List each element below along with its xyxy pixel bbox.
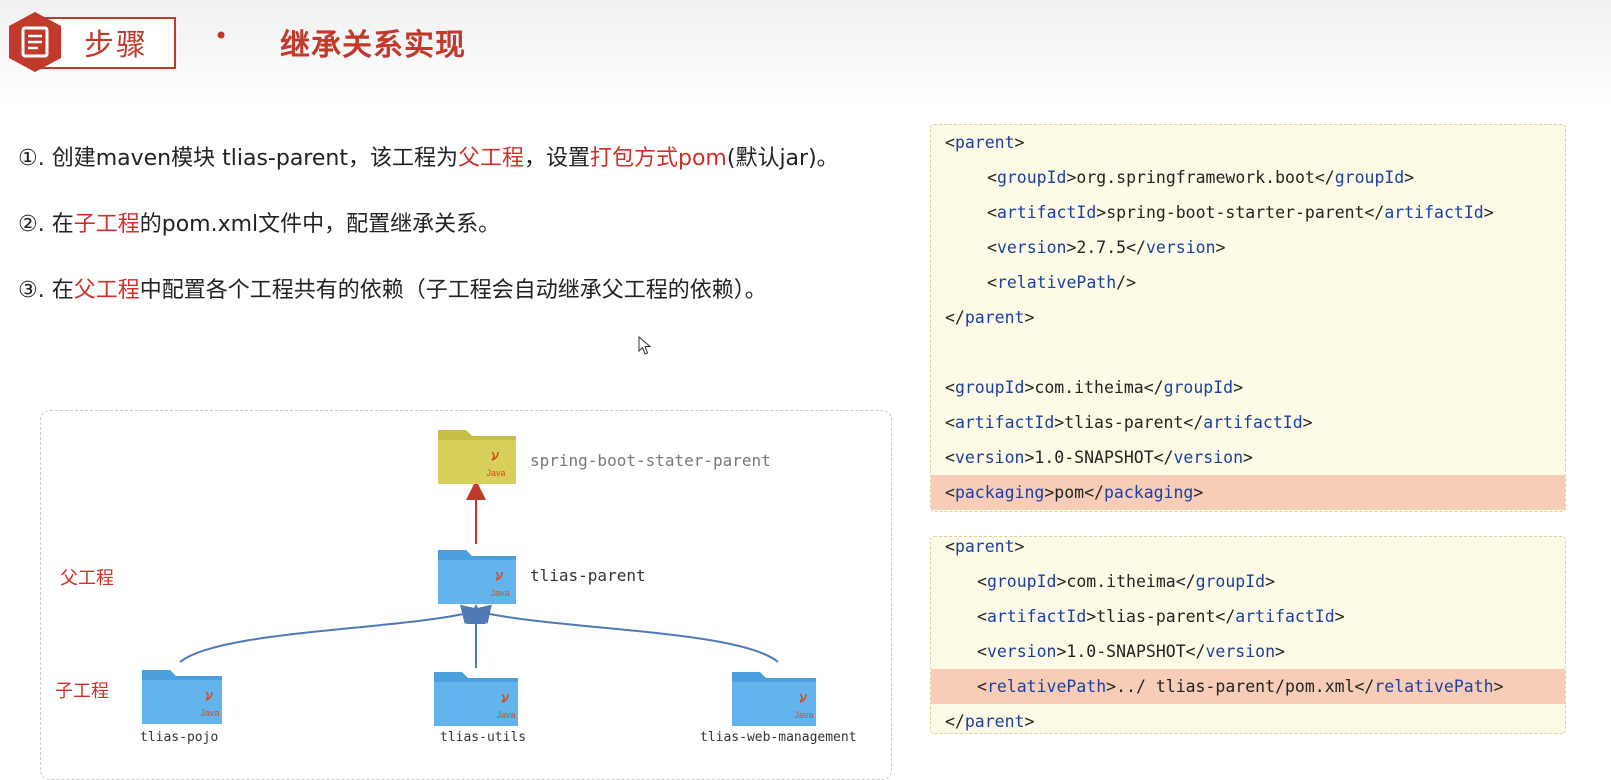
java-text: Java xyxy=(200,708,219,718)
code-line: <artifactId>tlias-parent</artifactId> xyxy=(945,413,1313,432)
code-line: <artifactId>spring-boot-starter-parent</… xyxy=(987,203,1494,222)
code-line: <artifactId>tlias-parent</artifactId> xyxy=(977,607,1345,626)
code-line: <parent> xyxy=(945,133,1025,152)
arrow-web-to-parent xyxy=(470,604,779,663)
java-text: Java xyxy=(490,588,509,598)
java-text: Java xyxy=(794,710,813,720)
code-line: <groupId>org.springframework.boot</group… xyxy=(987,168,1415,187)
code-line: </parent> xyxy=(945,712,1035,731)
code-line: </parent> xyxy=(945,308,1035,327)
java-folder-icon: Java xyxy=(732,672,816,726)
parent-project-name: tlias-parent xyxy=(530,566,646,585)
child-pom-code: <parent> <groupId>com.itheima</groupId> <a… xyxy=(930,536,1566,734)
code-line: <version>2.7.5</version> xyxy=(987,238,1226,257)
child-project-name: tlias-pojo xyxy=(140,730,219,745)
code-line: <groupId>com.itheima</groupId> xyxy=(945,378,1244,397)
code-line: <parent> xyxy=(945,537,1025,556)
child-project-name: tlias-web-management xyxy=(700,730,857,745)
java-folder-icon: Java xyxy=(434,672,518,726)
parent-project-label: 父工程 xyxy=(60,568,114,589)
parent-pom-code: <parent> <groupId>org.springframework.boo… xyxy=(930,124,1566,512)
java-folder-icon: Java xyxy=(438,550,516,604)
root-project-name: spring-boot-stater-parent xyxy=(530,451,771,470)
code-line: <packaging>pom</packaging> xyxy=(931,475,1565,510)
java-folder-icon: Java xyxy=(142,670,222,724)
arrow-pojo-to-parent xyxy=(179,604,482,663)
java-folder-icon: Java xyxy=(438,430,516,484)
child-project-name: tlias-utils xyxy=(440,730,527,745)
java-text: Java xyxy=(486,468,505,478)
code-line: <groupId>com.itheima</groupId> xyxy=(977,572,1276,591)
code-line: <relativePath/> xyxy=(987,273,1137,292)
code-line: <relativePath>../ tlias-parent/pom.xml</… xyxy=(931,669,1565,704)
code-line: <version>1.0-SNAPSHOT</version> xyxy=(945,448,1253,467)
child-project-label: 子工程 xyxy=(55,681,109,702)
code-line: <version>1.0-SNAPSHOT</version> xyxy=(977,642,1285,661)
java-text: Java xyxy=(496,710,515,720)
